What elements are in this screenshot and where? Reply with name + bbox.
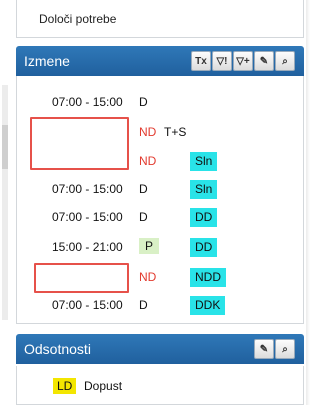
shift-row[interactable]: 07:00 - 15:00 D Sln <box>16 178 304 200</box>
shift-type-badge: NDD <box>190 268 226 287</box>
edit-icon[interactable]: ✎ <box>254 51 274 71</box>
shift-code: ND <box>139 125 157 139</box>
odsotnosti-title: Odsotnosti <box>24 341 91 357</box>
edit-icon[interactable]: ✎ <box>254 339 274 359</box>
shift-extra: T+S <box>164 125 187 139</box>
shift-time: 15:00 - 21:00 <box>52 240 123 254</box>
izmene-toolbar: Tx ▽! ▽+ ✎ ⌕ <box>191 51 295 71</box>
shift-code: D <box>139 298 148 312</box>
search-icon[interactable]: ⌕ <box>275 339 295 359</box>
define-needs-link[interactable]: Določi potrebe <box>39 12 116 26</box>
izmene-header: Izmene Tx ▽! ▽+ ✎ ⌕ <box>16 46 304 76</box>
absence-type-badge: LD <box>53 378 77 394</box>
shift-time: 07:00 - 15:00 <box>52 298 123 312</box>
shift-code: ND <box>139 154 157 168</box>
absence-item[interactable]: LD Dopust <box>16 366 304 405</box>
izmene-title: Izmene <box>24 53 70 69</box>
shift-type-badge: DD <box>190 238 218 257</box>
filter-warning-icon[interactable]: ▽! <box>212 51 232 71</box>
search-icon[interactable]: ⌕ <box>275 51 295 71</box>
clear-tx-icon[interactable]: Tx <box>191 51 211 71</box>
shift-code: P <box>139 238 160 254</box>
shift-time: 07:00 - 15:00 <box>52 182 123 196</box>
scrollbar-track[interactable] <box>2 85 8 320</box>
shift-code: D <box>139 182 148 196</box>
shift-row[interactable]: 07:00 - 15:00 D DDK <box>16 294 304 316</box>
screenshot-frame: Določi potrebe Izmene Tx ▽! ▽+ ✎ ⌕ 07:00… <box>0 0 313 405</box>
filter-add-icon[interactable]: ▽+ <box>233 51 253 71</box>
shift-type-badge: DDK <box>190 296 226 315</box>
shift-type-badge: Sln <box>190 180 218 199</box>
odsotnosti-toolbar: ✎ ⌕ <box>254 339 295 359</box>
page-edge-shadow <box>306 0 310 405</box>
shift-row[interactable]: 07:00 - 15:00 D DD <box>16 206 304 228</box>
highlight-box-2 <box>34 263 129 293</box>
shift-time: 07:00 - 15:00 <box>52 210 123 224</box>
top-panel: Določi potrebe <box>16 0 304 38</box>
shift-code: D <box>139 95 148 109</box>
shift-type-badge: Sln <box>190 152 218 171</box>
shift-row[interactable]: 07:00 - 15:00 D <box>16 91 304 113</box>
odsotnosti-header: Odsotnosti ✎ ⌕ <box>16 334 304 364</box>
highlight-box-1 <box>30 117 129 170</box>
shift-type-badge: DD <box>190 208 218 227</box>
absence-label: Dopust <box>84 379 123 393</box>
scrollbar-thumb[interactable] <box>2 125 8 169</box>
shift-row[interactable]: 15:00 - 21:00 P DD <box>16 236 304 258</box>
shift-time: 07:00 - 15:00 <box>52 95 123 109</box>
shift-code: ND <box>139 270 157 284</box>
shift-code: D <box>139 210 148 224</box>
